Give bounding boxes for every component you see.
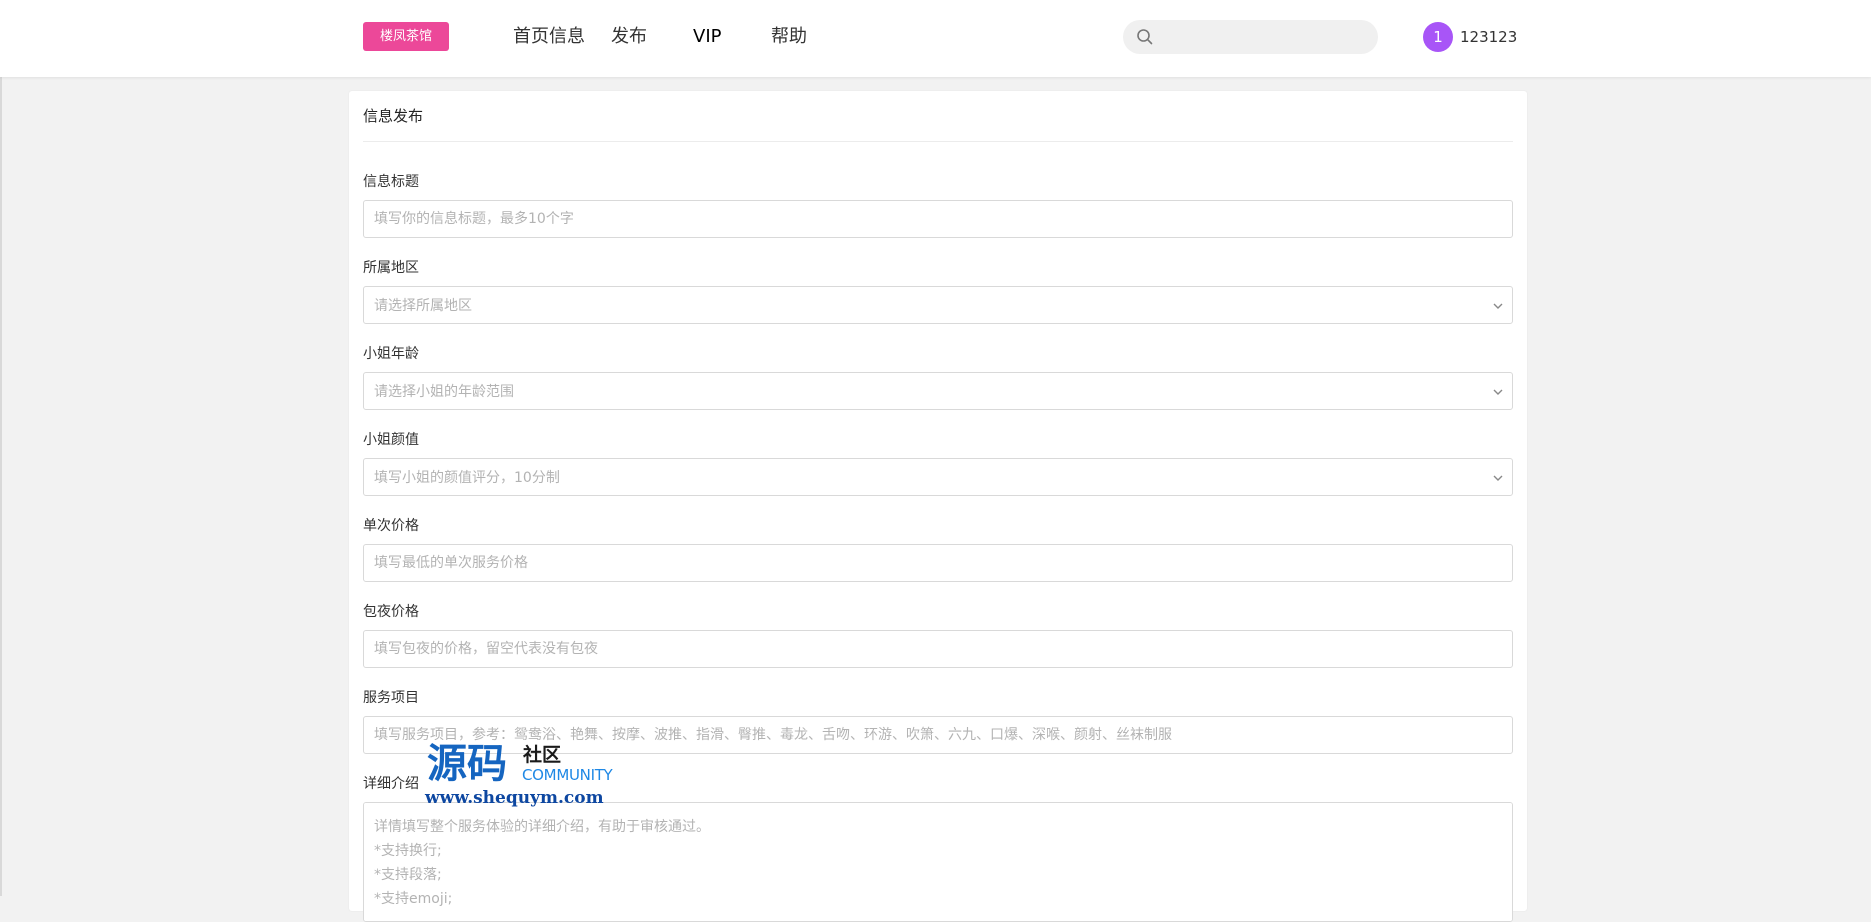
looks-select-placeholder: 填写小姐的颜值评分，10分制 — [374, 470, 560, 486]
chevron-down-icon — [1493, 475, 1503, 481]
region-label: 所属地区 — [363, 260, 419, 276]
region-select[interactable]: 请选择所属地区 — [363, 286, 1513, 324]
chevron-down-icon — [1493, 389, 1503, 395]
night-price-label: 包夜价格 — [363, 604, 419, 620]
services-input[interactable] — [363, 716, 1513, 754]
left-edge-rule — [0, 0, 2, 896]
description-label: 详细介绍 — [363, 776, 419, 792]
single-price-label: 单次价格 — [363, 518, 419, 534]
page-title: 信息发布 — [363, 107, 424, 125]
site-logo[interactable]: 楼凤茶馆 — [363, 22, 449, 51]
publish-form-card: 信息发布 信息标题 所属地区 请选择所属地区 小姐年龄 请选择小姐的年龄范围 小… — [349, 91, 1527, 922]
title-label: 信息标题 — [363, 174, 419, 190]
nav-publish[interactable]: 发布 — [611, 24, 647, 50]
night-price-input[interactable] — [363, 630, 1513, 668]
age-label: 小姐年龄 — [363, 346, 419, 362]
age-select-placeholder: 请选择小姐的年龄范围 — [374, 384, 514, 400]
nav-home[interactable]: 首页信息 — [513, 24, 585, 50]
nav-vip[interactable]: VIP — [693, 24, 721, 50]
single-price-input[interactable] — [363, 544, 1513, 582]
title-input[interactable] — [363, 200, 1513, 238]
looks-label: 小姐颜值 — [363, 432, 419, 448]
avatar[interactable]: 1 — [1423, 22, 1453, 52]
top-header: 楼凤茶馆 首页信息 发布 VIP 帮助 1 123123 — [0, 0, 1871, 77]
chevron-down-icon — [1493, 303, 1503, 309]
search-input[interactable] — [1123, 20, 1378, 54]
nav-help[interactable]: 帮助 — [771, 24, 807, 50]
looks-select[interactable]: 填写小姐的颜值评分，10分制 — [363, 458, 1513, 496]
region-select-placeholder: 请选择所属地区 — [374, 298, 472, 314]
title-divider — [363, 141, 1513, 142]
services-label: 服务项目 — [363, 690, 419, 706]
username[interactable]: 123123 — [1460, 27, 1517, 47]
age-select[interactable]: 请选择小姐的年龄范围 — [363, 372, 1513, 410]
description-textarea[interactable] — [363, 802, 1513, 922]
search-icon — [1137, 29, 1153, 45]
